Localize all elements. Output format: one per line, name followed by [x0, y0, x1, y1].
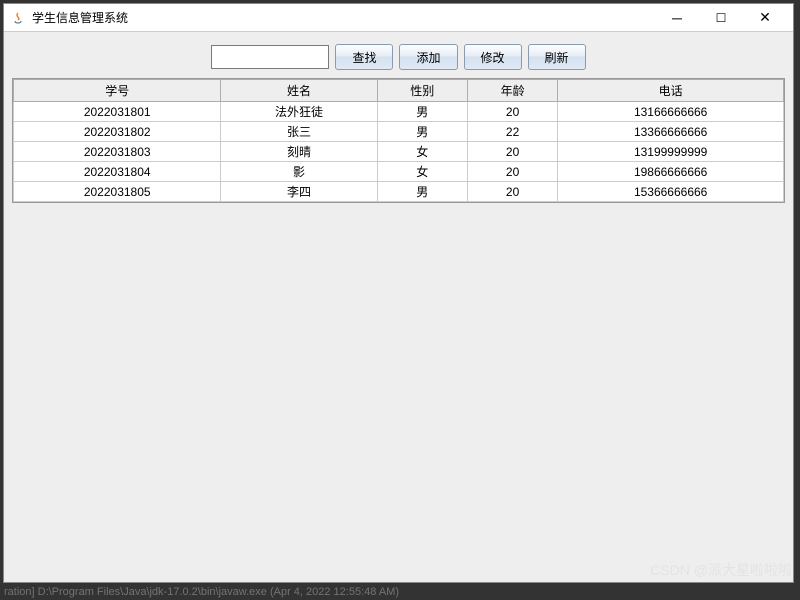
col-name[interactable]: 姓名	[221, 80, 377, 102]
toolbar: 查找 添加 修改 刷新	[12, 40, 785, 78]
titlebar: 学生信息管理系统 ─ ☐ ✕	[4, 4, 793, 32]
cell-phone[interactable]: 13366666666	[558, 122, 784, 142]
cell-age[interactable]: 20	[467, 162, 557, 182]
cell-gender[interactable]: 男	[377, 102, 467, 122]
col-phone[interactable]: 电话	[558, 80, 784, 102]
cell-id[interactable]: 2022031801	[14, 102, 221, 122]
table-container: 学号 姓名 性别 年龄 电话 2022031801法外狂徒男2013166666…	[12, 78, 785, 203]
window-title: 学生信息管理系统	[32, 9, 655, 26]
cell-gender[interactable]: 女	[377, 162, 467, 182]
close-button[interactable]: ✕	[743, 4, 787, 31]
cell-id[interactable]: 2022031805	[14, 182, 221, 202]
table-row[interactable]: 2022031804影女2019866666666	[14, 162, 784, 182]
cell-gender[interactable]: 女	[377, 142, 467, 162]
col-id[interactable]: 学号	[14, 80, 221, 102]
cell-phone[interactable]: 15366666666	[558, 182, 784, 202]
cell-name[interactable]: 刻晴	[221, 142, 377, 162]
minimize-button[interactable]: ─	[655, 4, 699, 31]
cell-id[interactable]: 2022031804	[14, 162, 221, 182]
cell-phone[interactable]: 13166666666	[558, 102, 784, 122]
maximize-button[interactable]: ☐	[699, 4, 743, 31]
table-header-row: 学号 姓名 性别 年龄 电话	[14, 80, 784, 102]
app-window: 学生信息管理系统 ─ ☐ ✕ 查找 添加 修改 刷新 学号 姓名 性别 年龄	[3, 3, 794, 583]
cell-name[interactable]: 影	[221, 162, 377, 182]
cell-age[interactable]: 20	[467, 182, 557, 202]
cell-name[interactable]: 张三	[221, 122, 377, 142]
cell-name[interactable]: 法外狂徒	[221, 102, 377, 122]
java-icon	[10, 10, 26, 26]
cell-age[interactable]: 22	[467, 122, 557, 142]
search-button[interactable]: 查找	[335, 44, 393, 70]
add-button[interactable]: 添加	[399, 44, 457, 70]
cell-phone[interactable]: 19866666666	[558, 162, 784, 182]
window-controls: ─ ☐ ✕	[655, 4, 787, 31]
cell-phone[interactable]: 13199999999	[558, 142, 784, 162]
footer-status: ration] D:\Program Files\Java\jdk-17.0.2…	[4, 586, 794, 598]
cell-id[interactable]: 2022031803	[14, 142, 221, 162]
table-row[interactable]: 2022031805李四男2015366666666	[14, 182, 784, 202]
cell-name[interactable]: 李四	[221, 182, 377, 202]
cell-age[interactable]: 20	[467, 102, 557, 122]
table-row[interactable]: 2022031803刻晴女2013199999999	[14, 142, 784, 162]
table-row[interactable]: 2022031802张三男2213366666666	[14, 122, 784, 142]
col-gender[interactable]: 性别	[377, 80, 467, 102]
cell-gender[interactable]: 男	[377, 122, 467, 142]
table-row[interactable]: 2022031801法外狂徒男2013166666666	[14, 102, 784, 122]
search-input[interactable]	[211, 45, 329, 69]
student-table: 学号 姓名 性别 年龄 电话 2022031801法外狂徒男2013166666…	[13, 79, 784, 202]
refresh-button[interactable]: 刷新	[528, 44, 586, 70]
edit-button[interactable]: 修改	[464, 44, 522, 70]
cell-id[interactable]: 2022031802	[14, 122, 221, 142]
cell-age[interactable]: 20	[467, 142, 557, 162]
cell-gender[interactable]: 男	[377, 182, 467, 202]
content-area: 查找 添加 修改 刷新 学号 姓名 性别 年龄 电话 2022031801法外狂…	[4, 32, 793, 582]
col-age[interactable]: 年龄	[467, 80, 557, 102]
